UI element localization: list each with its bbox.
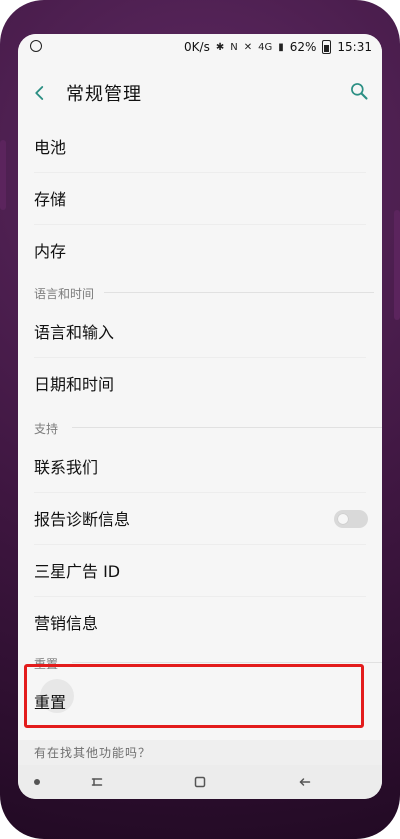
- clock: 15:31: [337, 40, 372, 54]
- home-icon[interactable]: [189, 771, 211, 793]
- storage-label: 存储: [34, 190, 67, 209]
- battery-icon: [322, 40, 332, 54]
- network-speed: 0K/s: [184, 40, 210, 54]
- contact-us-label: 联系我们: [34, 458, 99, 477]
- mute-icon: ✕: [243, 41, 253, 53]
- list-item-date-time[interactable]: 日期和时间: [18, 357, 382, 409]
- section-support-label: 支持: [34, 422, 59, 436]
- settings-list: 电池 存储 内存 语言和时间 语言和输入 日期和时间 支持 联系我们 报告诊断信…: [18, 120, 382, 740]
- app-bar: 常规管理: [18, 64, 382, 120]
- battery-percent: 62%: [289, 40, 317, 54]
- list-item-battery[interactable]: 电池: [18, 120, 382, 172]
- list-item-contact-us[interactable]: 联系我们: [18, 440, 382, 492]
- reset-highlight-box: [24, 664, 364, 728]
- network-type: 4G: [258, 41, 273, 53]
- signal-icon: ▮: [278, 41, 284, 53]
- lang-input-label: 语言和输入: [34, 323, 115, 342]
- list-item-storage[interactable]: 存储: [18, 172, 382, 224]
- list-item-marketing[interactable]: 营销信息: [18, 596, 382, 648]
- search-icon[interactable]: [346, 78, 372, 104]
- list-item-report-diagnostics[interactable]: 报告诊断信息: [18, 492, 382, 544]
- list-item-lang-input[interactable]: 语言和输入: [18, 305, 382, 357]
- status-right: 0K/s ✱ N ✕ 4G ▮ 62% 15:31: [184, 40, 372, 54]
- section-divider: [104, 292, 374, 293]
- partial-footer-text: 有在找其他功能吗？: [34, 746, 152, 760]
- phone-screen: 0K/s ✱ N ✕ 4G ▮ 62% 15:31 常规管理 电池 存储 内存 …: [18, 34, 382, 799]
- memory-label: 内存: [34, 242, 67, 261]
- right-side-button: [394, 210, 400, 320]
- status-bar: 0K/s ✱ N ✕ 4G ▮ 62% 15:31: [18, 34, 382, 64]
- notification-icon: [30, 40, 42, 52]
- toggle-knob: [337, 513, 349, 525]
- navigation-bar: [18, 765, 382, 799]
- section-support: 支持: [34, 420, 382, 437]
- left-side-button: [0, 140, 6, 210]
- phone-frame: 0K/s ✱ N ✕ 4G ▮ 62% 15:31 常规管理 电池 存储 内存 …: [0, 0, 400, 839]
- back-arrow-icon: [35, 86, 44, 100]
- section-lang-time-label: 语言和时间: [34, 287, 95, 301]
- report-diagnostics-toggle[interactable]: [334, 510, 368, 528]
- report-diagnostics-label: 报告诊断信息: [34, 510, 131, 529]
- nav-dot-icon: [34, 779, 40, 785]
- bluetooth-icon: ✱: [215, 41, 225, 53]
- list-item-memory[interactable]: 内存: [18, 224, 382, 276]
- samsung-ad-id-label: 三星广告 ID: [34, 562, 121, 581]
- section-lang-time: 语言和时间: [34, 285, 374, 302]
- list-item-samsung-ad-id[interactable]: 三星广告 ID: [18, 544, 382, 596]
- recent-apps-icon[interactable]: [86, 771, 108, 793]
- marketing-label: 营销信息: [34, 614, 99, 633]
- section-divider: [72, 427, 382, 428]
- nfc-icon: N: [230, 41, 238, 53]
- section-divider: [72, 662, 382, 663]
- back-icon[interactable]: [28, 81, 52, 105]
- date-time-label: 日期和时间: [34, 375, 115, 394]
- page-title: 常规管理: [66, 84, 142, 105]
- battery-label: 电池: [34, 138, 67, 157]
- back-nav-icon[interactable]: [294, 771, 316, 793]
